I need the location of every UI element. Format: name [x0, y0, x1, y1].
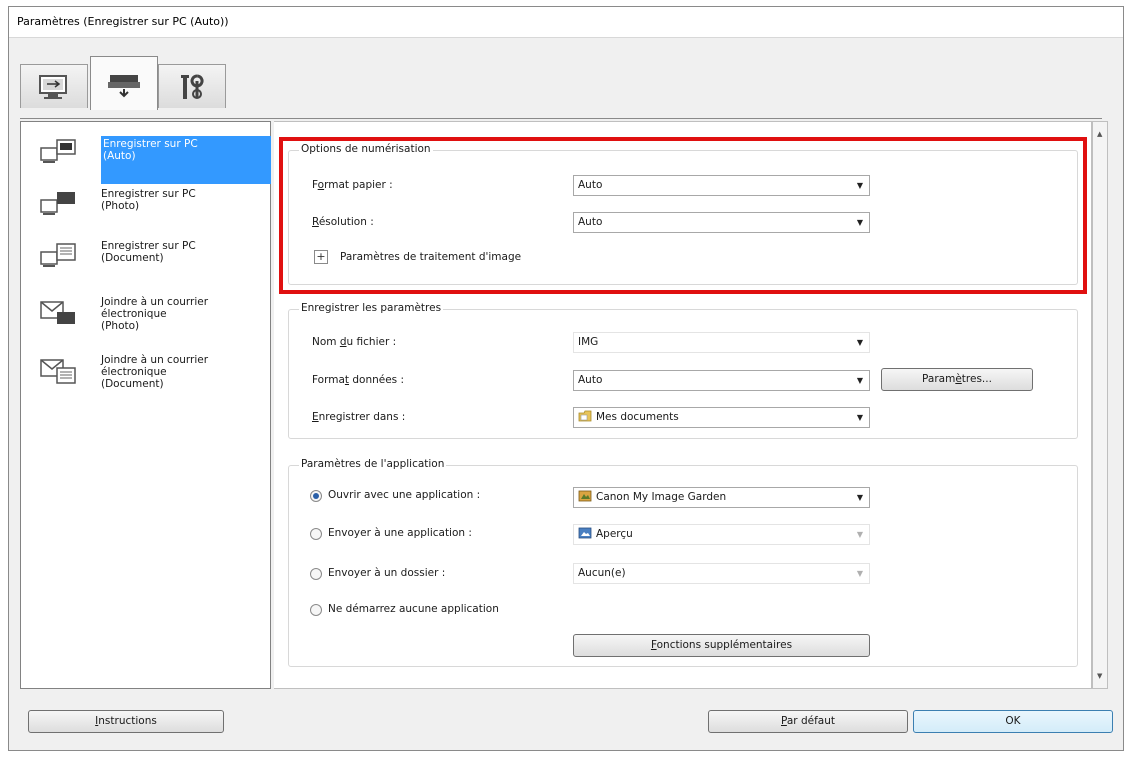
chevron-down-icon: ▼: [856, 338, 863, 347]
vertical-scrollbar[interactable]: ▲ ▼: [1092, 121, 1108, 689]
sidebar-item-label: Enregistrer sur PC (Photo): [101, 188, 196, 212]
scanner-icon: [108, 74, 140, 97]
folder-icon: [578, 410, 592, 422]
radio-label: Envoyer à un dossier :: [328, 567, 446, 579]
image-processing-label[interactable]: Paramètres de traitement d'image: [340, 251, 521, 263]
title-bar: Paramètres (Enregistrer sur PC (Auto)): [9, 7, 1123, 38]
tab-divider: [20, 118, 1102, 119]
radio-label: Ne démarrez aucune application: [328, 603, 499, 615]
settings-button[interactable]: Paramètres...: [881, 368, 1033, 391]
chevron-down-icon: ▼: [856, 376, 863, 385]
scroll-down-icon[interactable]: ▼: [1097, 672, 1102, 680]
defaults-button[interactable]: Par défaut: [708, 710, 908, 733]
send-to-app-select[interactable]: Aperçu ▼: [573, 524, 870, 545]
chevron-down-icon: ▼: [856, 218, 863, 227]
radio-label: Envoyer à une application :: [328, 527, 472, 539]
sidebar-item-label: Enregistrer sur PC (Auto): [101, 136, 271, 184]
radio-button-checked[interactable]: [310, 490, 322, 502]
scroll-up-icon[interactable]: ▲: [1097, 130, 1102, 138]
radio-label: Ouvrir avec une application :: [328, 489, 481, 501]
window-title: Paramètres (Enregistrer sur PC (Auto)): [17, 15, 229, 28]
chevron-down-icon: ▼: [856, 530, 863, 539]
sidebar-item-label: Joindre à un courrier électronique (Docu…: [101, 354, 209, 390]
tools-icon: [181, 74, 204, 99]
computer-scan-icon: [39, 74, 67, 99]
sidebar-item-label: Enregistrer sur PC (Document): [101, 240, 196, 264]
open-with-app-select[interactable]: Canon My Image Garden ▼: [573, 487, 870, 508]
file-name-label: Nom du fichier :: [312, 336, 397, 348]
save-pc-photo-icon: [40, 192, 75, 215]
sidebar-item-save-pc-auto[interactable]: Enregistrer sur PC (Auto): [23, 130, 271, 184]
radio-button[interactable]: [310, 528, 322, 540]
save-in-select[interactable]: Mes documents ▼: [573, 407, 870, 428]
scan-type-list: Enregistrer sur PC (Auto) Enregistrer su…: [20, 121, 271, 689]
chevron-down-icon: ▼: [856, 413, 863, 422]
email-document-icon: [40, 359, 76, 384]
tab-general-settings[interactable]: [20, 64, 88, 108]
sidebar-item-label: Joindre à un courrier électronique (Phot…: [101, 296, 209, 332]
paper-size-select[interactable]: Auto ▼: [573, 175, 870, 196]
save-pc-document-icon: [40, 243, 76, 267]
resolution-select[interactable]: Auto ▼: [573, 212, 870, 233]
sidebar-item-email-photo[interactable]: Joindre à un courrier électronique (Phot…: [23, 290, 268, 340]
ok-button[interactable]: OK: [913, 710, 1113, 733]
data-format-select[interactable]: Auto ▼: [573, 370, 870, 391]
data-format-label: Format données :: [312, 374, 405, 386]
chevron-down-icon: ▼: [856, 493, 863, 502]
sidebar-item-email-document[interactable]: Joindre à un courrier électronique (Docu…: [23, 348, 268, 398]
group-title: Enregistrer les paramètres: [299, 302, 444, 314]
save-pc-auto-icon: [40, 139, 76, 163]
save-in-label: Enregistrer dans :: [312, 411, 406, 423]
preview-app-icon: [578, 527, 592, 539]
more-functions-button[interactable]: Fonctions supplémentaires: [573, 634, 870, 657]
chevron-down-icon: ▼: [856, 569, 863, 578]
radio-button[interactable]: [310, 568, 322, 580]
tab-general-tools[interactable]: [158, 64, 226, 108]
resolution-label: Résolution :: [312, 216, 374, 228]
send-to-folder-select[interactable]: Aucun(e) ▼: [573, 563, 870, 584]
sidebar-item-save-pc-photo[interactable]: Enregistrer sur PC (Photo): [23, 182, 268, 232]
radio-button[interactable]: [310, 604, 322, 616]
paper-size-label: Format papier :: [312, 179, 393, 191]
instructions-button[interactable]: Instructions: [28, 710, 224, 733]
chevron-down-icon: ▼: [856, 181, 863, 190]
group-title: Paramètres de l'application: [299, 458, 447, 470]
sidebar-item-save-pc-document[interactable]: Enregistrer sur PC (Document): [23, 234, 268, 284]
app-icon: [578, 490, 592, 502]
tab-scan-from-operation-panel[interactable]: [90, 56, 158, 110]
group-title: Options de numérisation: [299, 143, 433, 155]
email-photo-icon: [40, 301, 75, 324]
expand-icon[interactable]: +: [314, 250, 328, 264]
file-name-input[interactable]: IMG ▼: [573, 332, 870, 353]
